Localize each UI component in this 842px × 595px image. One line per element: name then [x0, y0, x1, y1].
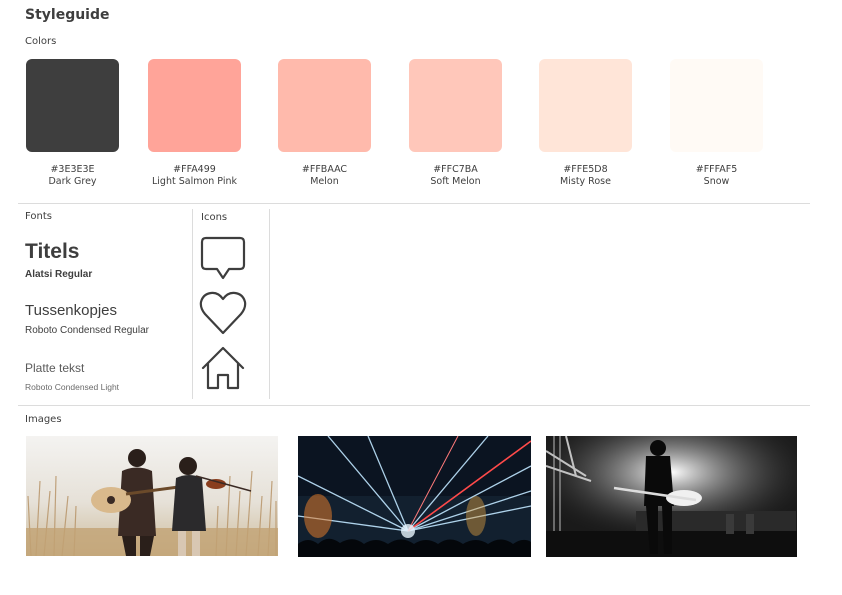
page-title: Styleguide: [25, 7, 110, 23]
column-divider: [269, 209, 270, 399]
font-name-subheading: Roboto Condensed Regular: [25, 325, 149, 336]
home-icon: [200, 345, 246, 395]
section-divider: [18, 203, 810, 204]
font-sample-title: Titels: [25, 240, 80, 263]
font-name-title: Alatsi Regular: [25, 269, 93, 280]
color-swatch-item: #FFE5D8 Misty Rose: [539, 59, 632, 187]
color-swatch-item: #FFBAAC Melon: [278, 59, 371, 187]
color-swatch: [278, 59, 371, 152]
color-swatch-item: #FFA499 Light Salmon Pink: [148, 59, 241, 187]
image-musicians-field: [26, 436, 278, 556]
section-divider: [18, 405, 810, 406]
colors-section-label: Colors: [25, 36, 57, 47]
color-swatch: [148, 59, 241, 152]
column-divider: [192, 209, 193, 399]
color-swatch-item: #3E3E3E Dark Grey: [26, 59, 119, 187]
color-swatch: [539, 59, 632, 152]
color-swatch-item: #FFC7BA Soft Melon: [409, 59, 502, 187]
color-swatch: [409, 59, 502, 152]
color-swatch-item: #FFFAF5 Snow: [670, 59, 763, 187]
heart-icon: [199, 290, 247, 340]
speech-bubble-icon: [200, 235, 246, 285]
fonts-section-label: Fonts: [25, 211, 52, 222]
color-hex: #FFFAF5: [695, 164, 738, 175]
icons-section-label: Icons: [201, 212, 228, 223]
font-name-body: Roboto Condensed Light: [25, 382, 120, 392]
color-swatch: [26, 59, 119, 152]
color-name: Snow: [703, 176, 730, 187]
image-concert-lasers: [298, 436, 531, 557]
font-sample-body: Platte tekst: [25, 361, 85, 375]
font-sample-subheading: Tussenkopjes: [25, 302, 117, 319]
color-swatch: [670, 59, 763, 152]
images-section-label: Images: [25, 414, 62, 425]
image-guitarist-stage: [546, 436, 797, 557]
